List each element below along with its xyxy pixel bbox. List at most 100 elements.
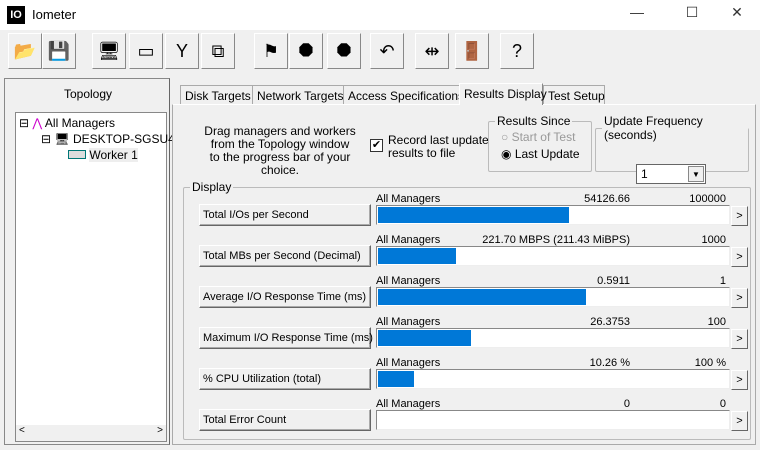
topology-title: Topology [63, 87, 113, 101]
tab-results-display[interactable]: Results Display [459, 83, 547, 105]
row-max: 0 [719, 398, 726, 410]
row-max: 100 % [694, 357, 726, 369]
radio-last-update[interactable]: ◉ Last Update [501, 147, 591, 161]
metric-bar [376, 205, 730, 225]
topology-pane: Topology ⊟ ⋀ All Managers ⊟ 🖥 DESKTOP-SG… [4, 78, 175, 445]
tree-item-manager[interactable]: ⊟ 🖥 DESKTOP-SGSU4 [41, 132, 175, 146]
metric-select-button[interactable]: % CPU Utilization (total) [199, 368, 371, 390]
duplicate-worker-icon: ⧉ [211, 40, 225, 61]
help-button[interactable]: ? [500, 33, 534, 69]
duplicate-worker-button[interactable]: ⧉ [201, 33, 235, 69]
tree-item-worker[interactable]: Worker 1 [68, 148, 138, 162]
row-value: 26.3753 [590, 316, 630, 328]
title-bar: IO Iometer — ☐ ✕ [0, 0, 760, 30]
update-frequency-title: Update Frequency (seconds) [604, 114, 703, 142]
metric-select-button[interactable]: Total I/Os per Second [199, 204, 371, 226]
save-button[interactable]: 💾 [42, 33, 76, 69]
tab-test-setup[interactable]: Test Setup [543, 85, 605, 105]
new-disk-worker-button[interactable]: ▭ [129, 33, 163, 69]
expand-arrow-button[interactable]: > [731, 288, 748, 308]
metric-bar-fill [378, 207, 569, 223]
maximize-button[interactable]: ☐ [677, 4, 707, 24]
instruction-line: to the progress bar of your choice. [209, 150, 351, 177]
stop-button[interactable]: ⯃ [289, 33, 323, 69]
radio-start-of-test[interactable]: ○ Start of Test [501, 130, 591, 144]
record-label: Record last update results to file [388, 134, 489, 160]
stop-all-button[interactable]: ⯃ [327, 33, 361, 69]
tab-disk-targets[interactable]: Disk Targets [180, 85, 253, 105]
computer-icon: 🖥 [54, 132, 70, 146]
minimize-button[interactable]: — [622, 4, 652, 24]
metric-bar [376, 328, 730, 348]
tab-access-specifications[interactable]: Access Specifications [343, 85, 464, 105]
row-value: 10.26 % [589, 357, 630, 369]
open-icon: 📂 [13, 40, 37, 61]
app-icon: IO [7, 6, 25, 24]
open-button[interactable]: 📂 [8, 33, 42, 69]
row-max: 100 [707, 316, 726, 328]
metric-bar [376, 287, 730, 307]
update-frequency-group: Update Frequency (seconds) 1 ▼ [595, 114, 749, 184]
new-manager-icon: 🖥 [97, 40, 121, 61]
results-since-group: Results Since ○ Start of Test ◉ Last Upd… [488, 114, 592, 172]
worker-icon [68, 150, 86, 159]
close-button[interactable]: ✕ [722, 4, 752, 24]
row-value: 0.5911 [597, 275, 630, 287]
metric-bar-fill [378, 248, 456, 264]
metric-bar-fill [378, 289, 586, 305]
topology-tree: ⊟ ⋀ All Managers ⊟ 🖥 DESKTOP-SGSU4 Worke… [15, 112, 175, 442]
stop-icon: ⯃ [298, 40, 314, 61]
exit-button[interactable]: 🚪 [455, 33, 489, 69]
collapse-icon[interactable]: ⊟ [19, 116, 29, 130]
collapse-icon[interactable]: ⊟ [41, 132, 51, 146]
new-network-worker-icon: Y [175, 40, 188, 61]
help-icon: ? [511, 40, 522, 61]
expand-arrow-button[interactable]: > [731, 329, 748, 349]
expand-arrow-button[interactable]: > [731, 411, 748, 431]
metric-bar [376, 369, 730, 389]
metric-bar-fill [378, 371, 414, 387]
stop-all-icon: ⯃ [336, 40, 352, 61]
start-flag-button[interactable]: ⚑ [254, 33, 288, 69]
select-value: 1 [641, 167, 648, 181]
tree-label: All Managers [44, 116, 115, 130]
tab-network-targets[interactable]: Network Targets [252, 85, 344, 105]
start-flag-icon: ⚑ [262, 40, 280, 61]
metric-bar [376, 410, 730, 430]
managers-icon: ⋀ [32, 116, 43, 130]
horizontal-scrollbar[interactable]: < > [16, 425, 166, 441]
disconnect-icon: ⇹ [424, 40, 440, 61]
radio-label: Last Update [514, 147, 580, 161]
reset-workers-button[interactable]: ↶ [370, 33, 404, 69]
expand-arrow-button[interactable]: > [731, 247, 748, 267]
record-label-line: results to file [388, 146, 456, 160]
save-icon: 💾 [47, 40, 71, 61]
new-manager-button[interactable]: 🖥 [92, 33, 126, 69]
row-max: 100000 [689, 193, 726, 205]
metric-select-button[interactable]: Average I/O Response Time (ms) [199, 286, 371, 308]
expand-arrow-button[interactable]: > [731, 206, 748, 226]
tree-label: DESKTOP-SGSU4 [72, 132, 175, 146]
row-max: 1 [719, 275, 726, 287]
expand-arrow-button[interactable]: > [731, 370, 748, 390]
disconnect-button[interactable]: ⇹ [415, 33, 449, 69]
metric-select-button[interactable]: Total MBs per Second (Decimal) [199, 245, 371, 267]
reset-workers-icon: ↶ [379, 40, 395, 61]
instructions: Drag managers and workers from the Topol… [190, 125, 370, 177]
new-network-worker-button[interactable]: Y [165, 33, 199, 69]
exit-icon: 🚪 [460, 40, 484, 61]
radio-label: Start of Test [511, 130, 576, 144]
tree-label: Worker 1 [89, 148, 138, 162]
new-disk-worker-icon: ▭ [137, 40, 155, 61]
window-title: Iometer [32, 7, 77, 22]
record-checkbox[interactable]: ✔ [370, 139, 383, 152]
row-value: 0 [623, 398, 630, 410]
tree-item-all-managers[interactable]: ⊟ ⋀ All Managers [19, 116, 115, 130]
display-title: Display [192, 180, 232, 194]
metric-select-button[interactable]: Maximum I/O Response Time (ms) [199, 327, 373, 349]
metric-bar [376, 246, 730, 266]
metric-select-button[interactable]: Total Error Count [199, 409, 371, 431]
row-value: 54126.66 [584, 193, 630, 205]
row-max: 1000 [701, 234, 726, 246]
results-since-title: Results Since [497, 114, 571, 128]
